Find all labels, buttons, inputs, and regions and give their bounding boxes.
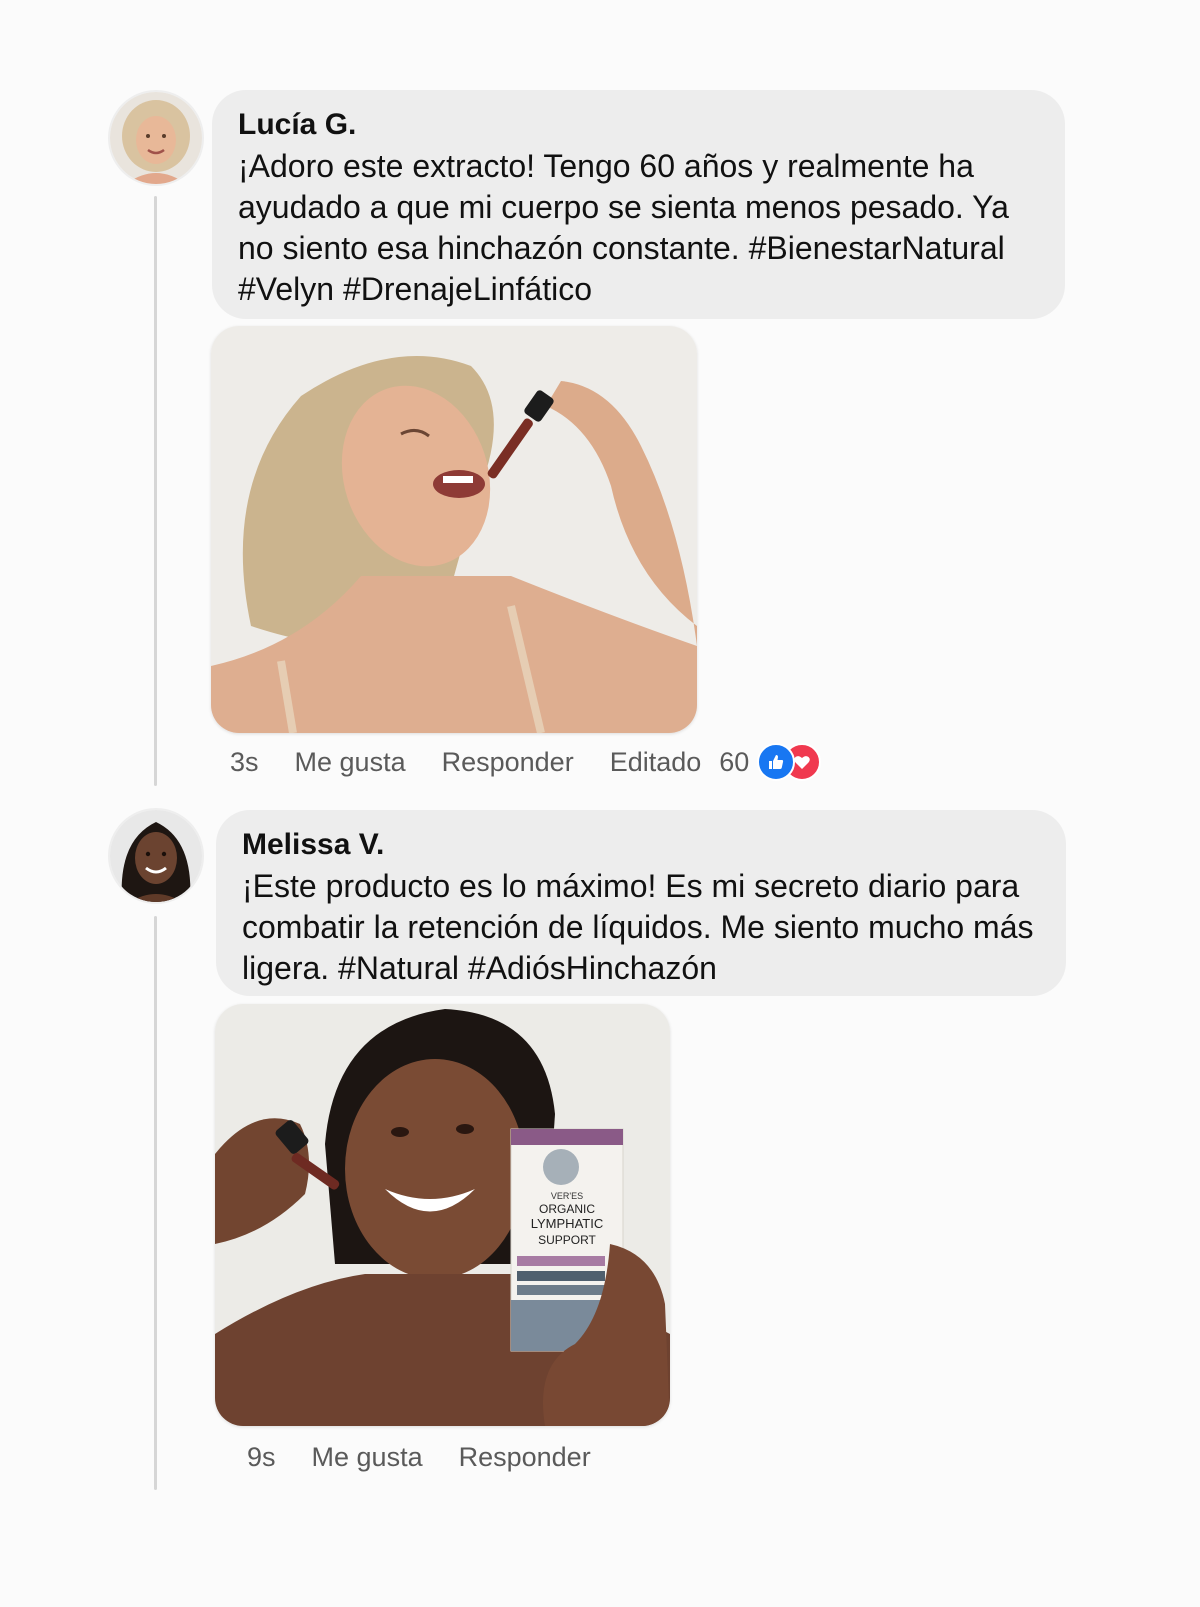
comment-photo[interactable] xyxy=(211,326,697,733)
thread-line xyxy=(154,196,157,786)
like-button[interactable]: Me gusta xyxy=(295,747,406,778)
product-brand: VER'ES xyxy=(551,1191,583,1201)
avatar[interactable] xyxy=(110,92,202,184)
comment-bubble: Melissa V. ¡Este producto es lo máximo! … xyxy=(216,810,1066,996)
comment-author[interactable]: Melissa V. xyxy=(242,826,1038,864)
product-line: LYMPHATIC xyxy=(531,1216,603,1231)
comment-time: 9s xyxy=(247,1441,276,1472)
comment-photo[interactable]: VER'ES ORGANIC LYMPHATIC SUPPORT xyxy=(215,1004,670,1426)
comment-time: 3s xyxy=(230,746,259,777)
comment-meta: 3s Me gusta Responder Editado 60 xyxy=(230,743,822,781)
comment-text: ¡Este producto es lo máximo! Es mi secre… xyxy=(242,868,1034,986)
reply-button[interactable]: Responder xyxy=(459,1442,591,1473)
reply-button[interactable]: Responder xyxy=(442,747,574,778)
edited-label: Editado xyxy=(609,746,702,777)
like-button[interactable]: Me gusta xyxy=(312,1442,423,1473)
comment-author[interactable]: Lucía G. xyxy=(238,106,1037,144)
product-line: ORGANIC xyxy=(539,1202,595,1216)
reaction-count[interactable]: 60 xyxy=(719,747,749,778)
thread-line xyxy=(154,916,157,1490)
comment-bubble: Lucía G. ¡Adoro este extracto! Tengo 60 … xyxy=(212,90,1065,319)
product-line: SUPPORT xyxy=(538,1233,596,1247)
avatar[interactable] xyxy=(110,810,202,902)
comment-meta: 9s Me gusta Responder xyxy=(247,1438,627,1476)
comment-text: ¡Adoro este extracto! Tengo 60 años y re… xyxy=(238,148,1009,307)
